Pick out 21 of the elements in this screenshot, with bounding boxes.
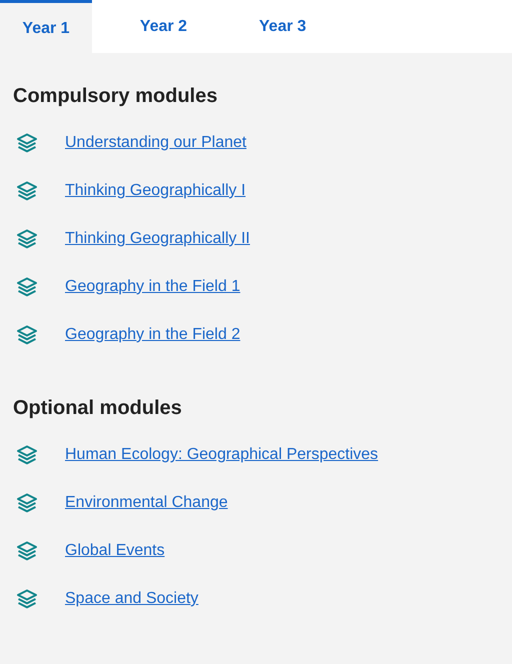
layers-icon bbox=[16, 541, 38, 561]
module-link[interactable]: Geography in the Field 1 bbox=[65, 278, 240, 296]
tab[interactable]: Year 1 bbox=[0, 0, 92, 53]
module-link[interactable]: Thinking Geographically I bbox=[65, 182, 246, 200]
module-link[interactable]: Geography in the Field 2 bbox=[65, 326, 240, 344]
layers-icon bbox=[16, 445, 38, 465]
module-link[interactable]: Environmental Change bbox=[65, 494, 228, 512]
module-link[interactable]: Understanding our Planet bbox=[65, 134, 246, 152]
section-heading: Compulsory modules bbox=[13, 84, 218, 108]
module-link[interactable]: Thinking Geographically II bbox=[65, 230, 250, 248]
layers-icon bbox=[16, 133, 38, 153]
layers-icon bbox=[16, 325, 38, 345]
layers-icon bbox=[16, 493, 38, 513]
layers-icon bbox=[16, 181, 38, 201]
layers-icon bbox=[16, 589, 38, 609]
layers-icon bbox=[16, 277, 38, 297]
module-link[interactable]: Global Events bbox=[65, 542, 165, 560]
section-heading: Optional modules bbox=[13, 396, 182, 420]
layers-icon bbox=[16, 229, 38, 249]
module-link[interactable]: Space and Society bbox=[65, 590, 198, 608]
module-link[interactable]: Human Ecology: Geographical Perspectives bbox=[65, 446, 378, 464]
